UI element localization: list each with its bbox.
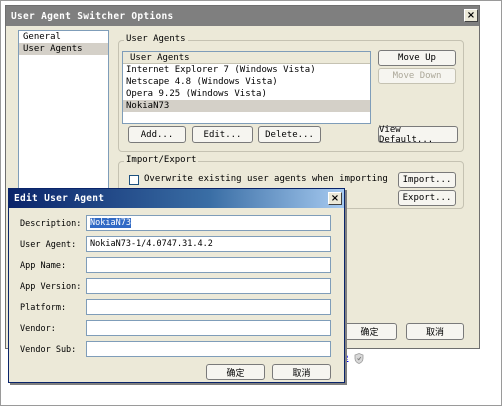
- options-close-button[interactable]: ×: [464, 9, 478, 22]
- overwrite-label: Overwrite existing user agents when impo…: [144, 174, 388, 184]
- description-field[interactable]: NokiaN73: [86, 215, 331, 231]
- vendor-label: Vendor:: [20, 324, 56, 334]
- platform-field[interactable]: [86, 299, 331, 315]
- edit-title-bar[interactable]: Edit User Agent: [9, 189, 344, 208]
- app-name-field[interactable]: [86, 257, 331, 273]
- options-cancel-button[interactable]: 取消: [406, 323, 464, 340]
- user-agent-label: User Agent:: [20, 240, 77, 250]
- user-agent-field[interactable]: NokiaN73-1/4.0747.31.4.2: [86, 236, 331, 252]
- shield-icon: [354, 353, 364, 367]
- list-item[interactable]: Netscape 4.8 (Windows Vista): [123, 76, 370, 88]
- delete-button[interactable]: Delete...: [258, 126, 321, 143]
- category-item-user-agents[interactable]: User Agents: [19, 43, 108, 55]
- category-item-general[interactable]: General: [19, 31, 108, 43]
- edit-cancel-button[interactable]: 取消: [272, 364, 331, 380]
- edit-ok-button[interactable]: 确定: [206, 364, 265, 380]
- edit-title: Edit User Agent: [14, 193, 105, 204]
- user-agents-group-label: User Agents: [124, 34, 188, 44]
- add-button[interactable]: Add...: [128, 126, 186, 143]
- overwrite-checkbox[interactable]: [129, 175, 139, 185]
- import-button[interactable]: Import...: [398, 172, 456, 188]
- options-title: User Agent Switcher Options: [11, 10, 174, 22]
- export-button[interactable]: Export...: [398, 190, 456, 206]
- close-icon: ×: [330, 193, 340, 204]
- app-version-label: App Version:: [20, 282, 82, 292]
- move-up-button[interactable]: Move Up: [378, 50, 456, 66]
- edit-button[interactable]: Edit...: [192, 126, 253, 143]
- user-agent-list-header[interactable]: User Agents: [123, 52, 370, 64]
- edit-close-button[interactable]: ×: [328, 192, 342, 205]
- app-name-label: App Name:: [20, 261, 67, 271]
- close-icon: ×: [466, 10, 476, 21]
- vendor-sub-label: Vendor Sub:: [20, 345, 77, 355]
- vendor-sub-field[interactable]: [86, 341, 331, 357]
- platform-label: Platform:: [20, 303, 67, 313]
- options-ok-button[interactable]: 确定: [342, 323, 397, 340]
- user-agent-list[interactable]: User Agents Internet Explorer 7 (Windows…: [122, 51, 371, 124]
- list-item[interactable]: Internet Explorer 7 (Windows Vista): [123, 64, 370, 76]
- view-default-button[interactable]: View Default...: [378, 125, 458, 145]
- list-item[interactable]: NokiaN73: [123, 100, 370, 112]
- list-item[interactable]: Opera 9.25 (Windows Vista): [123, 88, 370, 100]
- app-version-field[interactable]: [86, 278, 331, 294]
- options-title-bar[interactable]: User Agent Switcher Options: [6, 6, 479, 26]
- import-export-group-label: Import/Export: [124, 155, 199, 165]
- move-down-button[interactable]: Move Down: [378, 68, 456, 84]
- edit-user-agent-dialog: Edit User Agent × Description: NokiaN73 …: [8, 188, 345, 383]
- description-value: NokiaN73: [90, 218, 131, 228]
- description-label: Description:: [20, 219, 82, 229]
- vendor-field[interactable]: [86, 320, 331, 336]
